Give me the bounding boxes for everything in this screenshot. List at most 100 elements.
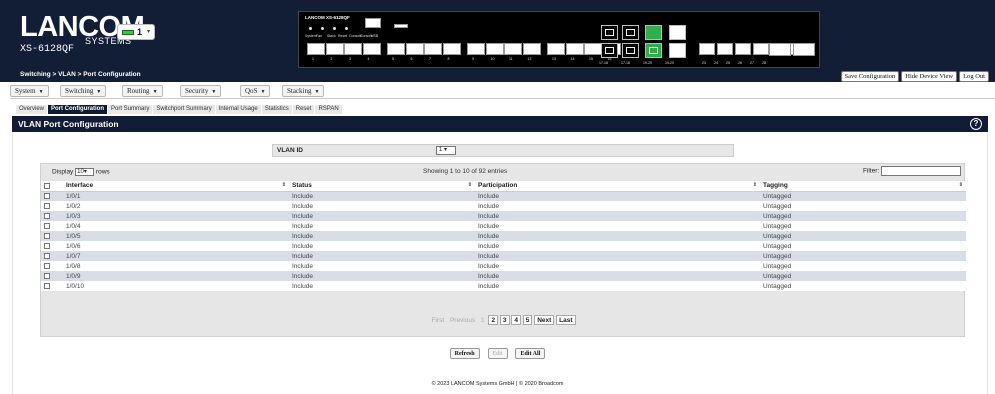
port-number-label: 25 [726, 61, 730, 65]
ethernet-port-icon[interactable] [344, 43, 362, 55]
page-2-button[interactable]: 2 [488, 315, 499, 325]
cell-tagging: Untagged [760, 251, 966, 261]
table-row[interactable]: 1/0/8 Include Include Untagged [41, 261, 966, 271]
ethernet-port-icon[interactable] [584, 43, 602, 55]
tab-port-configuration[interactable]: Port Configuration [48, 105, 108, 114]
panel-led-label: Reset [338, 34, 348, 38]
menu-switching[interactable]: Switching ▼ [60, 85, 107, 97]
table-row[interactable]: 1/0/4 Include Include Untagged [41, 221, 966, 231]
table-row[interactable]: 1/0/6 Include Include Untagged [41, 241, 966, 251]
ethernet-port-icon[interactable] [405, 43, 424, 55]
chevron-down-icon: ▾ [444, 147, 448, 153]
edit-all-button[interactable]: Edit All [515, 348, 546, 359]
qsfp-port-icon[interactable] [717, 43, 733, 55]
row-checkbox[interactable] [44, 212, 50, 219]
table-row[interactable]: 1/0/3 Include Include Untagged [41, 211, 966, 221]
column-header-interface[interactable]: Interface ⇕ [63, 181, 289, 192]
ethernet-port-icon[interactable] [307, 43, 325, 55]
qsfp-uplink-port-icon[interactable] [769, 43, 791, 56]
row-checkbox[interactable] [44, 202, 50, 209]
cell-tagging: Untagged [760, 221, 966, 231]
table-row[interactable]: 1/0/5 Include Include Untagged [41, 231, 966, 241]
port-number-label: 2 [330, 57, 333, 61]
edit-button[interactable]: Edit [487, 348, 508, 359]
sfp-port-icon[interactable] [669, 25, 686, 40]
cell-tagging: Untagged [760, 201, 966, 211]
ethernet-port-icon[interactable] [424, 43, 442, 55]
row-checkbox[interactable] [44, 222, 50, 229]
page-4-button[interactable]: 4 [511, 315, 521, 325]
vlan-id-select[interactable]: 1 ▾ [436, 146, 456, 155]
menu-security[interactable]: Security ▼ [180, 85, 222, 97]
page-1-button[interactable]: 1 [479, 316, 487, 326]
page-first-button[interactable]: First [429, 316, 446, 326]
rows-per-page-select[interactable]: 10▾ [75, 168, 95, 176]
save-configuration-button[interactable]: Save Configuration [840, 71, 900, 82]
qsfp-port-icon[interactable] [735, 43, 751, 55]
ethernet-port-icon[interactable] [362, 43, 381, 55]
hide-device-view-button[interactable]: Hide Device View [901, 71, 958, 82]
ethernet-port-icon[interactable] [387, 43, 405, 55]
select-all-checkbox[interactable] [44, 182, 50, 189]
table-row[interactable]: 1/0/1 Include Include Untagged [41, 191, 966, 201]
tab-switchport-summary[interactable]: Switchport Summary [153, 105, 215, 114]
menu-routing[interactable]: Routing ▼ [122, 85, 163, 97]
ethernet-port-icon[interactable] [485, 43, 504, 55]
page-3-button[interactable]: 3 [499, 315, 510, 325]
table-row[interactable]: 1/0/10 Include Include Untagged [41, 281, 966, 291]
menu-stacking[interactable]: Stacking ▼ [282, 85, 325, 97]
unit-selector[interactable]: 1 ▾ [117, 24, 155, 40]
sfp-port-icon[interactable] [669, 43, 686, 58]
tab-port-summary[interactable]: Port Summary [108, 105, 153, 114]
page-5-button[interactable]: 5 [522, 315, 533, 325]
tab-statistics[interactable]: Statistics [261, 105, 292, 114]
panel-led-label: Fan [316, 34, 323, 38]
row-checkbox[interactable] [44, 282, 50, 289]
ethernet-port-icon[interactable] [467, 43, 485, 55]
qsfp-port-icon[interactable] [753, 43, 769, 55]
refresh-button[interactable]: Refresh [449, 348, 480, 359]
row-checkbox[interactable] [44, 252, 50, 259]
page-previous-button[interactable]: Previous [448, 316, 477, 326]
page-next-button[interactable]: Next [534, 315, 555, 325]
column-header-status[interactable]: Status ⇕ [289, 181, 475, 192]
sfp-port-icon[interactable] [601, 43, 618, 58]
cell-tagging: Untagged [760, 281, 966, 291]
tab-reset[interactable]: Reset [292, 105, 315, 114]
row-checkbox[interactable] [44, 262, 50, 269]
menu-qos[interactable]: QoS ▼ [240, 85, 271, 97]
active-port-icon[interactable] [645, 25, 662, 40]
log-out-button[interactable]: Log Out [959, 71, 989, 82]
help-icon[interactable]: ? [970, 118, 982, 130]
row-checkbox[interactable] [44, 272, 50, 279]
table-row[interactable]: 1/0/9 Include Include Untagged [41, 271, 966, 281]
filter-input[interactable] [881, 166, 961, 176]
page-last-button[interactable]: Last [556, 315, 576, 325]
row-checkbox[interactable] [44, 242, 50, 249]
row-checkbox[interactable] [44, 193, 50, 200]
tab-rspan[interactable]: RSPAN [315, 105, 342, 114]
sfp-port-icon[interactable] [601, 25, 618, 40]
ethernet-port-icon[interactable] [522, 43, 541, 55]
column-header-tagging[interactable]: Tagging ⇕ [760, 181, 966, 192]
ethernet-port-icon[interactable] [504, 43, 522, 55]
qsfp-uplink-port-icon[interactable] [793, 43, 815, 56]
menu-system[interactable]: System ▼ [10, 85, 49, 97]
ethernet-port-icon[interactable] [547, 43, 565, 55]
table-row[interactable]: 1/0/2 Include Include Untagged [41, 201, 966, 211]
sfp-port-icon[interactable] [645, 43, 662, 58]
table-row[interactable]: 1/0/7 Include Include Untagged [41, 251, 966, 261]
ethernet-port-icon[interactable] [442, 43, 461, 55]
tab-overview[interactable]: Overview [16, 105, 48, 114]
row-checkbox[interactable] [44, 232, 50, 239]
cell-participation: Include [475, 271, 760, 281]
ethernet-port-icon[interactable] [565, 43, 584, 55]
qsfp-port-icon[interactable] [699, 43, 715, 55]
ethernet-port-icon[interactable] [325, 43, 344, 55]
sfp-port-icon[interactable] [622, 25, 639, 40]
cell-interface: 1/0/10 [63, 281, 289, 291]
tab-internal-usage[interactable]: Internal Usage [215, 105, 261, 114]
sfp-port-icon[interactable] [622, 43, 639, 58]
column-header-participation[interactable]: Participation ⇕ [475, 181, 760, 192]
status-led-icon [321, 27, 324, 30]
